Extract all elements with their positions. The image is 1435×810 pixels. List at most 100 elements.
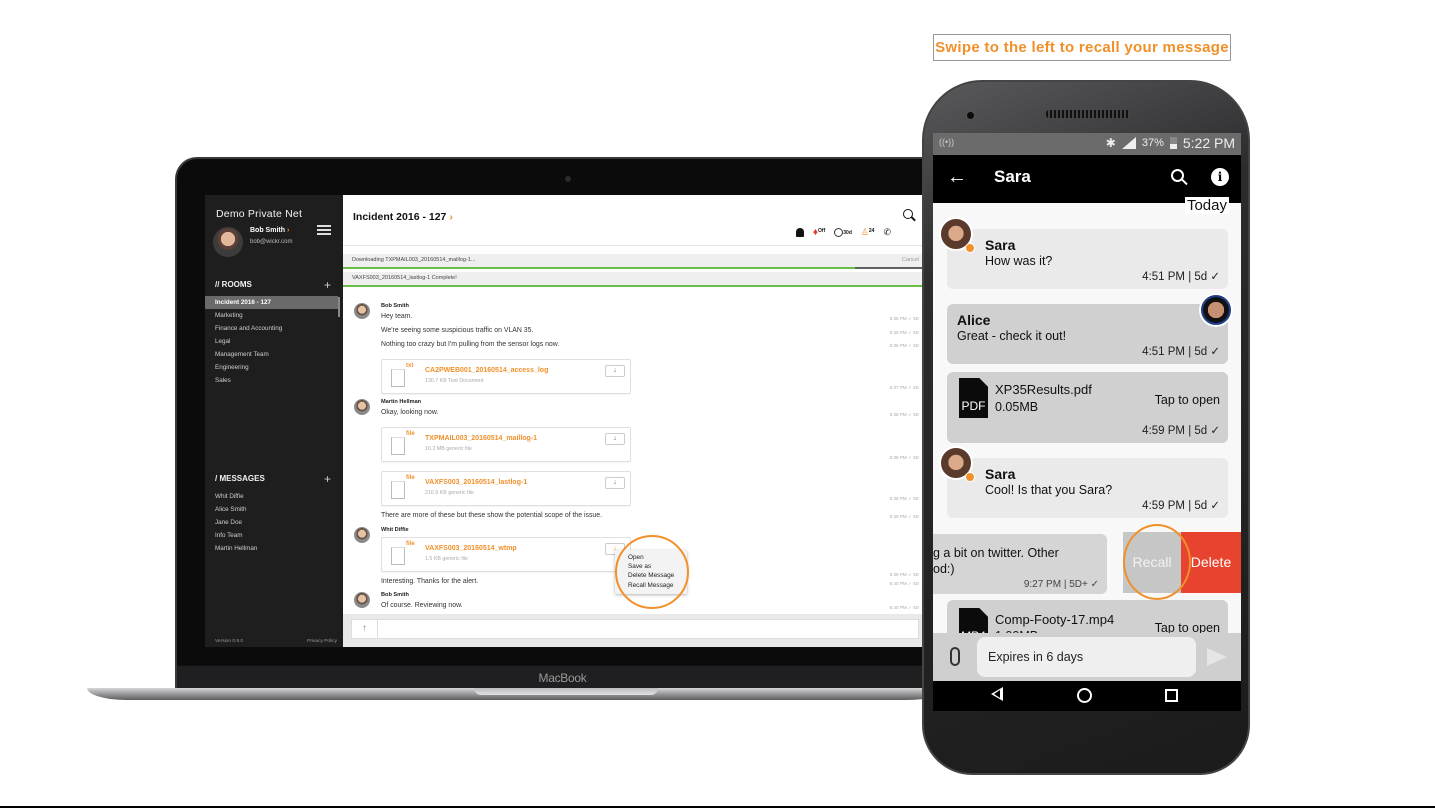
sidebar-item-dm[interactable]: Martin Hellman — [205, 542, 338, 555]
download-button[interactable]: ↓ — [605, 433, 625, 445]
download-button[interactable]: ↓ — [605, 365, 625, 377]
user-profile-link[interactable]: Bob Smith › — [250, 227, 289, 234]
nav-back-icon[interactable] — [991, 687, 1003, 701]
message-text: Nothing too crazy but I'm pulling from t… — [381, 341, 560, 348]
file-icon — [391, 547, 405, 565]
compose-bar: ↑ — [343, 614, 925, 647]
sidebar-item-dm[interactable]: Info Team — [205, 529, 338, 542]
members-count: 24 — [868, 228, 875, 234]
room-title[interactable]: Incident 2016 - 127 › — [353, 211, 453, 223]
message-text: How was it? — [985, 254, 1053, 268]
search-icon[interactable] — [903, 209, 913, 219]
network-name: Demo Private Net — [216, 208, 303, 220]
nav-home-icon[interactable] — [1077, 688, 1092, 703]
paperclip-icon[interactable] — [950, 647, 960, 666]
file-name[interactable]: CA2PWEB001_20160514_access_log — [425, 367, 548, 374]
compose-input[interactable]: ↑ — [351, 619, 919, 639]
signal-icon — [1121, 137, 1136, 149]
message-sender: Bob Smith — [381, 303, 409, 309]
sidebar-item-room[interactable]: Legal — [205, 335, 338, 348]
message-timestamp: 5:35 PM ✓ 6D — [889, 316, 919, 321]
user-avatar[interactable] — [213, 227, 243, 257]
message-bubble[interactable]: Alice Great - check it out! 4:51 PM | 5d… — [947, 304, 1228, 364]
sidebar-item-room[interactable]: Finance and Accounting — [205, 322, 338, 335]
add-room-button[interactable]: + — [324, 279, 331, 291]
phone-speaker — [1046, 110, 1130, 118]
day-separator: Today — [1184, 197, 1229, 214]
message-timestamp: 5:37 PM ✓ 6D — [889, 385, 919, 390]
sidebar-item-room[interactable]: Engineering — [205, 361, 338, 374]
file-name[interactable]: TXPMAIL003_20160514_maillog-1 — [425, 435, 537, 442]
message-timestamp: 4:51 PM | 5d ✓ — [1142, 271, 1220, 283]
message-timestamp: 4:59 PM | 5d ✓ — [1142, 500, 1220, 512]
privacy-policy-link[interactable]: Privacy Policy — [307, 639, 337, 644]
message-input[interactable] — [977, 637, 1196, 677]
chat-title[interactable]: Sara — [994, 167, 1031, 187]
download-complete-progress — [343, 285, 925, 287]
avatar[interactable] — [354, 527, 370, 543]
message-timestamp: 5:36 PM ✓ 6D — [889, 330, 919, 335]
members-button[interactable]: ♙24 — [861, 228, 875, 237]
send-icon[interactable] — [1207, 648, 1227, 666]
phone-icon[interactable]: ✆ — [883, 228, 891, 237]
message-timestamp: 9:27 PM | 5D+ ✓ — [1023, 579, 1099, 590]
status-bar: ((•)) ✱ 37% 5:22 PM — [933, 133, 1241, 155]
highlight-circle — [1123, 524, 1191, 600]
info-icon[interactable]: i — [1211, 168, 1229, 186]
upload-icon[interactable]: ↑ — [352, 620, 378, 638]
laptop-chin: MacBook — [177, 665, 948, 690]
sidebar-item-room[interactable]: Sales — [205, 374, 338, 387]
message-timestamp: 5:39 PM ✓ 6D — [889, 514, 919, 519]
download-progress-fill — [343, 267, 856, 269]
file-message[interactable]: PDF XP35Results.pdf 0.05MB Tap to open 4… — [947, 372, 1228, 443]
file-name[interactable]: VAXFS003_20160514_wtmp — [425, 545, 517, 552]
download-button[interactable]: ↓ — [605, 477, 625, 489]
message-text: Okay, looking now. — [381, 409, 439, 416]
burn-on-read-toggle[interactable]: ♦Off — [813, 228, 825, 238]
add-message-button[interactable]: + — [324, 473, 331, 485]
file-name: XP35Results.pdf — [995, 382, 1092, 397]
file-attachment[interactable]: file VAXFS003_20160514_lastlog-1 216.9 K… — [381, 471, 631, 506]
message-sender: Sara — [985, 237, 1016, 253]
file-name: Comp-Footy-17.mp4 — [995, 612, 1115, 627]
sidebar-scrollbar[interactable] — [338, 297, 340, 317]
file-name[interactable]: VAXFS003_20160514_lastlog-1 — [425, 479, 527, 486]
message-bubble[interactable]: Sara How was it? 4:51 PM | 5d ✓ — [947, 229, 1228, 289]
sidebar-item-room[interactable]: Management Team — [205, 348, 338, 361]
file-size: 0.05MB — [995, 400, 1039, 414]
file-attachment[interactable]: txt CA2PWEB001_20160514_access_log 130.7… — [381, 359, 631, 394]
hamburger-menu-icon[interactable] — [317, 225, 331, 235]
sidebar-item-dm[interactable]: Alice Smith — [205, 503, 338, 516]
message-text: There are more of these but these show t… — [381, 512, 603, 519]
file-meta: 16.3 MB generic file — [425, 446, 472, 452]
back-arrow-icon[interactable]: ← — [947, 165, 967, 189]
version-label: Version 0.9.0 — [215, 639, 244, 644]
file-attachment[interactable]: file TXPMAIL003_20160514_maillog-1 16.3 … — [381, 427, 631, 462]
sidebar-item-room[interactable]: Incident 2016 - 127 — [205, 296, 338, 309]
expiry-timer[interactable]: 30d — [834, 228, 852, 239]
file-extension: file — [406, 475, 415, 481]
avatar[interactable] — [354, 399, 370, 415]
avatar[interactable] — [1199, 293, 1233, 327]
message-bubble[interactable]: Sara Cool! Is that you Sara? 4:59 PM | 5… — [947, 458, 1228, 518]
nav-recents-icon[interactable] — [1165, 689, 1178, 702]
tap-to-open[interactable]: Tap to open — [1155, 393, 1220, 407]
search-icon[interactable] — [1171, 169, 1184, 182]
message-sender: Whit Diffie — [381, 527, 409, 533]
message-text: Great - check it out! — [957, 329, 1067, 343]
sidebar-item-dm[interactable]: Whit Diffie — [205, 490, 338, 503]
file-attachment[interactable]: file VAXFS003_20160514_wtmp 1.5 KB gener… — [381, 537, 631, 572]
avatar[interactable] — [354, 592, 370, 608]
download-status-bar: Downloading TXPMAIL003_20160514_maillog-… — [343, 254, 925, 267]
file-icon — [391, 437, 405, 455]
message-timestamp: 5:40 PM ✓ 6D — [889, 605, 919, 610]
swiped-message-bubble[interactable]: g a bit on twitter. Other od:) 9:27 PM |… — [933, 534, 1107, 594]
message-timestamp: 5:38 PM ✓ 6D — [889, 412, 919, 417]
sidebar-item-dm[interactable]: Jane Doe — [205, 516, 338, 529]
online-indicator — [965, 472, 975, 482]
bell-icon[interactable] — [795, 228, 804, 237]
cancel-download-button[interactable]: Cancel — [902, 254, 919, 267]
sidebar-item-room[interactable]: Marketing — [205, 309, 338, 322]
avatar[interactable] — [354, 303, 370, 319]
app-bar: ← Sara i — [933, 155, 1241, 203]
